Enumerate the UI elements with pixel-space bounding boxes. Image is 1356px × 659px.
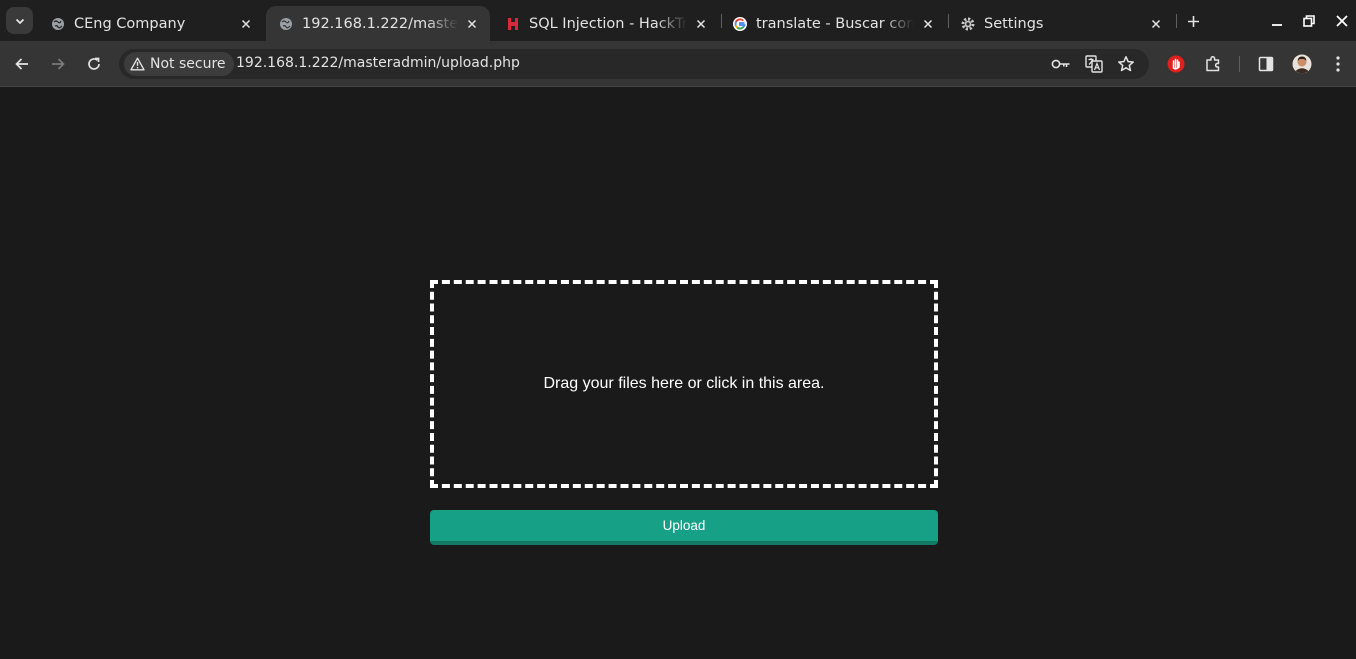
- profile-button[interactable]: [1291, 53, 1313, 75]
- tab-strip: CEng Company 192.168.1.222/masteradmin/u…: [0, 0, 1356, 41]
- extension-button[interactable]: [1165, 53, 1187, 75]
- puzzle-icon: [1206, 55, 1220, 72]
- tab-title: translate - Buscar con Google: [756, 15, 914, 32]
- gear-icon: [960, 16, 976, 32]
- new-tab-button[interactable]: [1183, 11, 1203, 31]
- side-panel-button[interactable]: [1255, 53, 1277, 75]
- star-icon: [1118, 56, 1134, 72]
- translate-icon: [1085, 55, 1103, 73]
- tab-upload-page[interactable]: 192.168.1.222/masteradmin/upload.php: [266, 6, 490, 41]
- close-window-button[interactable]: [1332, 11, 1352, 31]
- hacktricks-icon: [505, 16, 521, 32]
- close-icon[interactable]: [236, 14, 256, 34]
- kebab-menu-icon: [1336, 56, 1340, 72]
- globe-icon: [50, 16, 66, 32]
- tab-ceng-company[interactable]: CEng Company: [38, 6, 264, 41]
- tab-search-button[interactable]: [6, 7, 33, 34]
- close-icon[interactable]: [691, 14, 711, 34]
- tab-title: SQL Injection - HackTricks: [529, 15, 687, 32]
- upload-button[interactable]: Upload: [430, 510, 938, 545]
- restore-button[interactable]: [1299, 11, 1319, 31]
- warning-icon: [130, 57, 145, 71]
- key-icon: [1051, 59, 1070, 69]
- security-chip[interactable]: Not secure: [124, 52, 234, 76]
- minimize-icon: [1272, 24, 1282, 26]
- plus-icon: [1187, 15, 1199, 27]
- reload-icon: [88, 57, 100, 70]
- arrow-left-icon: [15, 58, 28, 70]
- tab-sql-injection[interactable]: SQL Injection - HackTricks: [493, 6, 719, 41]
- globe-icon: [278, 16, 294, 32]
- google-icon: [732, 16, 748, 32]
- browser-toolbar: Not secure 192.168.1.222/masteradmin/upl…: [0, 41, 1356, 87]
- close-icon[interactable]: [462, 14, 482, 34]
- chevron-down-icon: [15, 18, 24, 24]
- security-label: Not secure: [150, 56, 226, 72]
- tab-title: 192.168.1.222/masteradmin/upload.php: [302, 15, 458, 32]
- side-panel-icon: [1258, 56, 1274, 72]
- tab-separator: [1176, 14, 1177, 28]
- arrow-right-icon: [52, 58, 65, 70]
- tab-title: Settings: [984, 15, 1044, 32]
- tab-translate-search[interactable]: translate - Buscar con Google: [720, 6, 946, 41]
- hand-stop-extension-icon: [1167, 55, 1185, 73]
- back-button[interactable]: [10, 52, 34, 76]
- tab-settings[interactable]: Settings: [948, 6, 1174, 41]
- tab-title: CEng Company: [74, 15, 186, 32]
- close-icon[interactable]: [918, 14, 938, 34]
- extensions-menu-button[interactable]: [1202, 53, 1224, 75]
- forward-button[interactable]: [46, 52, 70, 76]
- browser-menu-button[interactable]: [1327, 53, 1349, 75]
- address-bar[interactable]: Not secure 192.168.1.222/masteradmin/upl…: [119, 49, 1149, 79]
- file-dropzone[interactable]: Drag your files here or click in this ar…: [430, 280, 938, 488]
- reload-button[interactable]: [82, 52, 106, 76]
- bookmark-button[interactable]: [1116, 54, 1136, 74]
- close-icon: [1336, 15, 1348, 27]
- page-content: Drag your files here or click in this ar…: [0, 88, 1356, 659]
- password-key-button[interactable]: [1051, 54, 1071, 74]
- toolbar-separator: [1239, 56, 1240, 72]
- dropzone-text: Drag your files here or click in this ar…: [543, 375, 825, 392]
- url-text[interactable]: 192.168.1.222/masteradmin/upload.php: [236, 55, 520, 71]
- avatar: [1292, 54, 1312, 74]
- close-icon[interactable]: [1146, 14, 1166, 34]
- restore-icon: [1303, 15, 1315, 27]
- minimize-button[interactable]: [1267, 11, 1287, 31]
- translate-button[interactable]: [1084, 54, 1104, 74]
